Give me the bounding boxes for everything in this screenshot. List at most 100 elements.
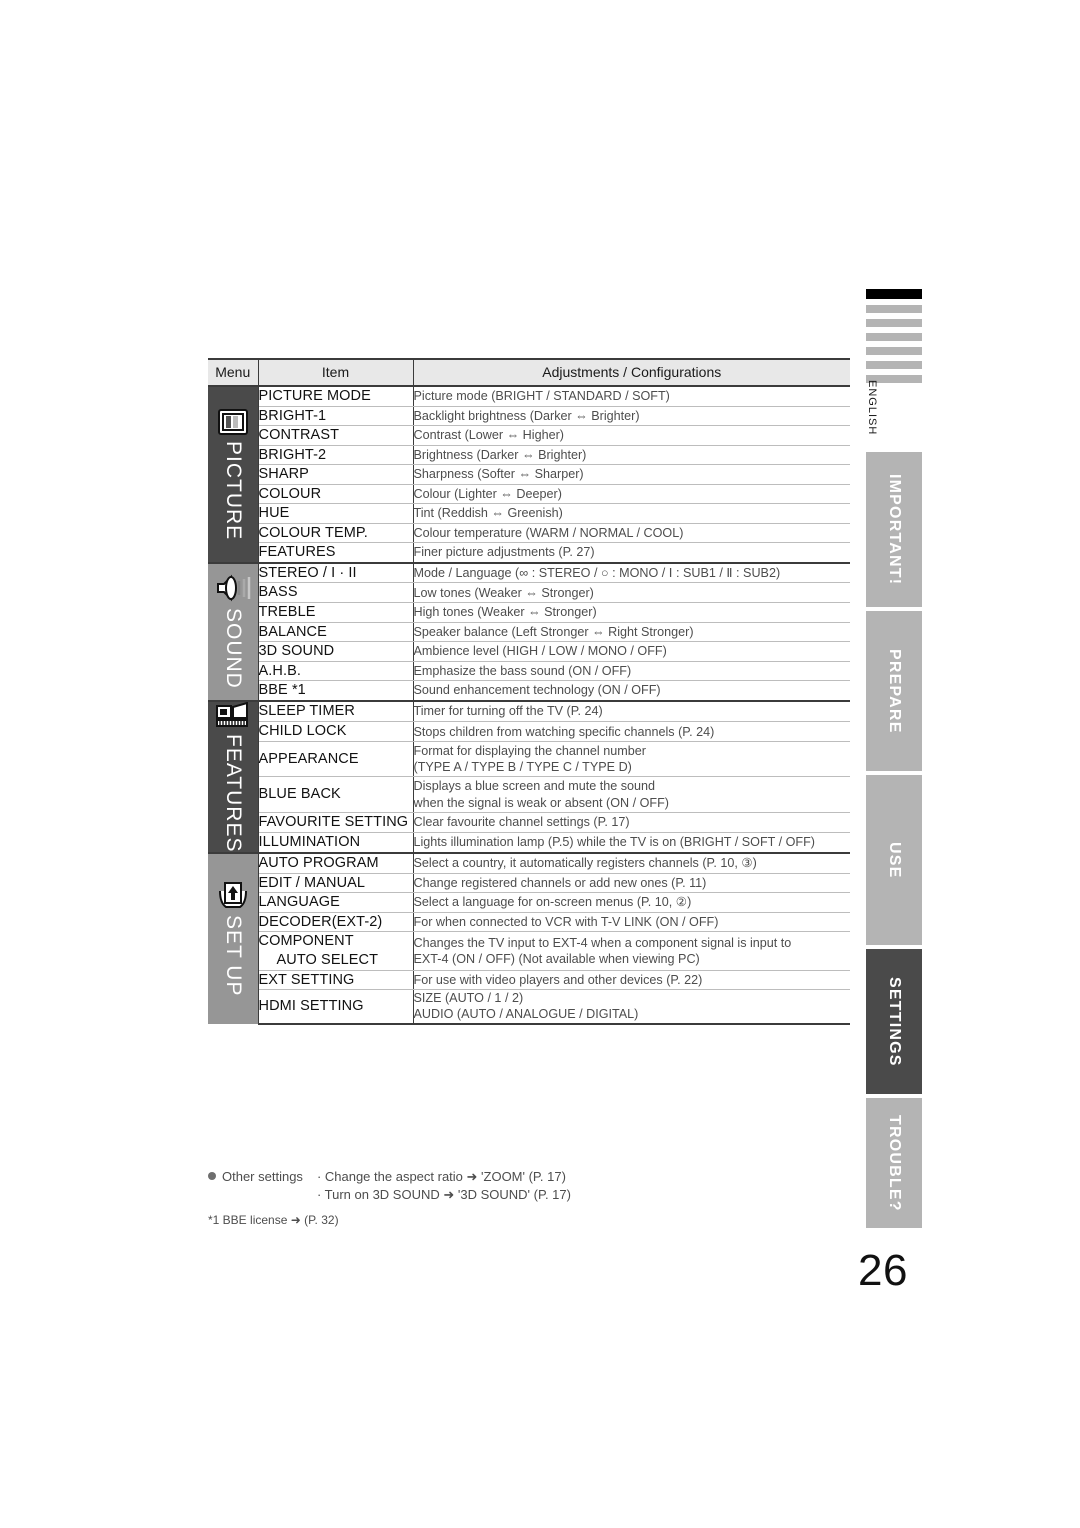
menu-item-description: Emphasize the bass sound (ON / OFF) — [413, 661, 850, 682]
stripe-bar — [866, 361, 922, 369]
table-row: BRIGHT-2 Brightness (Darker ⇔ Brighter) — [208, 445, 850, 466]
table-row: 3D SOUND Ambience level (HIGH / LOW / MON… — [208, 641, 850, 662]
menu-item-description: Displays a blue screen and mute the soun… — [413, 776, 850, 813]
stripe-bar — [866, 305, 922, 313]
menu-item-name[interactable]: STEREO / I · II — [258, 562, 414, 584]
settings-menu-table: Menu Item Adjustments / Configurations P… — [208, 358, 850, 1025]
menu-item-description: Low tones (Weaker ⇔ Stronger) — [413, 582, 850, 604]
menu-item-name[interactable]: HUE — [258, 503, 414, 524]
bbe-license-note: *1 BBE license ➜ (P. 32) — [208, 1213, 339, 1228]
menu-item-description: High tones (Weaker ⇔ Stronger) — [413, 602, 850, 623]
menu-item-name[interactable]: COMPONENT AUTO SELECT — [258, 931, 414, 971]
menu-item-name[interactable]: A.H.B. — [258, 661, 414, 682]
menu-item-description: Backlight brightness (Darker ⇔ Brighter) — [413, 406, 850, 427]
menu-item-name[interactable]: FEATURES — [258, 542, 414, 564]
menu-item-name[interactable]: BALANCE — [258, 622, 414, 643]
menu-group-label: PICTURE — [221, 440, 245, 541]
other-settings-label: Other settings — [222, 1169, 303, 1184]
menu-item-name[interactable]: ILLUMINATION — [258, 832, 414, 855]
table-row: SET UP AUTO PROGRAM Select a country, it a… — [208, 853, 850, 1024]
features-panel-icon — [215, 701, 250, 728]
bullet-icon — [208, 1172, 216, 1180]
menu-item-name[interactable]: APPEARANCE — [258, 741, 414, 778]
menu-item-name[interactable]: BASS — [258, 582, 414, 604]
menu-item-description: Lights illumination lamp (P.5) while the… — [413, 832, 850, 855]
table-row: BASS Low tones (Weaker ⇔ Stronger) — [208, 582, 850, 604]
side-tab-label: SETTINGS — [886, 976, 903, 1067]
menu-group-sound[interactable]: SOUND — [208, 562, 259, 702]
side-tab-label: USE — [886, 841, 903, 879]
menu-item-name[interactable]: BRIGHT-1 — [258, 406, 414, 427]
menu-item-name[interactable]: EDIT / MANUAL — [258, 873, 414, 894]
menu-item-name[interactable]: SHARP — [258, 464, 414, 485]
table-row: COMPONENT AUTO SELECT Changes the TV input… — [208, 931, 850, 971]
table-body: PICTURE PICTURE MODE Picture mode (BRIGHT … — [208, 386, 850, 1025]
header-menu: Menu — [208, 358, 259, 387]
menu-item-description: Mode / Language (∞ : STEREO / ○ : MONO /… — [413, 562, 850, 584]
stripe-bar — [866, 333, 922, 341]
picture-screen-icon — [217, 408, 248, 435]
menu-item-name[interactable]: COLOUR — [258, 484, 414, 505]
menu-item-name[interactable]: CHILD LOCK — [258, 721, 414, 743]
menu-item-name[interactable]: PICTURE MODE — [258, 386, 414, 407]
menu-item-name[interactable]: LANGUAGE — [258, 892, 414, 913]
table-row: SOUND STEREO / I · II Mode / Language (∞ :… — [208, 562, 850, 702]
side-tab-use[interactable]: USE — [866, 775, 922, 945]
menu-item-description: Tint (Reddish ⇔ Greenish) — [413, 503, 850, 524]
menu-item-description: Format for displaying the channel number… — [413, 741, 850, 778]
stripe-bar — [866, 289, 922, 299]
menu-item-name[interactable]: BLUE BACK — [258, 776, 414, 813]
menu-item-name[interactable]: TREBLE — [258, 602, 414, 623]
table-header: Menu Item Adjustments / Configurations — [208, 358, 850, 387]
side-tab-label: TROUBLE? — [886, 1114, 903, 1212]
header-adjustments: Adjustments / Configurations — [413, 358, 850, 387]
menu-item-name[interactable]: DECODER(EXT-2) — [258, 912, 414, 933]
side-tab-prepare[interactable]: PREPARE — [866, 611, 922, 771]
menu-item-name[interactable]: BRIGHT-2 — [258, 445, 414, 466]
menu-item-name[interactable]: 3D SOUND — [258, 641, 414, 662]
menu-item-description: SIZE (AUTO / 1 / 2) AUDIO (AUTO / ANALOGU… — [413, 989, 850, 1025]
footnote-line-1: · Change the aspect ratio ➜ 'ZOOM' (P. 1… — [316, 1169, 566, 1184]
decorative-stripes — [866, 289, 922, 389]
menu-item-name[interactable]: CONTRAST — [258, 425, 414, 446]
menu-item-name[interactable]: COLOUR TEMP. — [258, 523, 414, 544]
side-tab-settings[interactable]: SETTINGS — [866, 949, 922, 1094]
table-row: BRIGHT-1 Backlight brightness (Darker ⇔ B… — [208, 406, 850, 427]
menu-group-set-up[interactable]: SET UP — [208, 853, 259, 1024]
table-row: HDMI SETTING SIZE (AUTO / 1 / 2) AUDIO (AU… — [208, 989, 850, 1025]
header-item: Item — [258, 358, 414, 387]
footnote-line-2: · Turn on 3D SOUND ➜ '3D SOUND' (P. 17) — [316, 1186, 571, 1202]
table-row: ILLUMINATION Lights illumination lamp (P.… — [208, 832, 850, 855]
menu-group-label: FEATURES — [221, 733, 245, 853]
table-row: BBE *1 Sound enhancement technology (ON /… — [208, 680, 850, 702]
table-row: BLUE BACK Displays a blue screen and mute… — [208, 776, 850, 813]
menu-item-description: For use with video players and other dev… — [413, 970, 850, 991]
menu-item-name[interactable]: SLEEP TIMER — [258, 700, 414, 723]
menu-item-description: Finer picture adjustments (P. 27) — [413, 542, 850, 564]
menu-item-description: Colour temperature (WARM / NORMAL / COOL… — [413, 523, 850, 544]
menu-item-description: Change registered channels or add new on… — [413, 873, 850, 894]
menu-group-picture[interactable]: PICTURE — [208, 386, 259, 564]
menu-group-features[interactable]: FEATURES — [208, 700, 259, 855]
menu-item-name[interactable]: BBE *1 — [258, 680, 414, 702]
side-tab-trouble[interactable]: TROUBLE? — [866, 1098, 922, 1228]
table-row: LANGUAGE Select a language for on-screen … — [208, 892, 850, 913]
menu-item-description: Contrast (Lower ⇔ Higher) — [413, 425, 850, 446]
side-tab-label: IMPORTANT! — [886, 473, 903, 586]
table-row: HUE Tint (Reddish ⇔ Greenish) — [208, 503, 850, 524]
table-row: PICTURE PICTURE MODE Picture mode (BRIGHT … — [208, 386, 850, 564]
menu-item-description: Sharpness (Softer ⇔ Sharper) — [413, 464, 850, 485]
menu-item-name[interactable]: EXT SETTING — [258, 970, 414, 991]
language-label: ENGLISH — [866, 380, 878, 436]
menu-item-description: Timer for turning off the TV (P. 24) — [413, 700, 850, 723]
menu-item-name[interactable]: HDMI SETTING — [258, 989, 414, 1025]
menu-item-name[interactable]: FAVOURITE SETTING — [258, 812, 414, 833]
menu-group-label: SOUND — [221, 608, 245, 690]
side-tab-important[interactable]: IMPORTANT! — [866, 452, 922, 607]
menu-item-name[interactable]: AUTO PROGRAM — [258, 853, 414, 874]
menu-item-description: Colour (Lighter ⇔ Deeper) — [413, 484, 850, 505]
table-row: COLOUR TEMP. Colour temperature (WARM / N… — [208, 523, 850, 544]
menu-item-description: Sound enhancement technology (ON / OFF) — [413, 680, 850, 702]
setup-arrow-icon — [218, 881, 248, 909]
table-row: TREBLE High tones (Weaker ⇔ Stronger) — [208, 602, 850, 623]
